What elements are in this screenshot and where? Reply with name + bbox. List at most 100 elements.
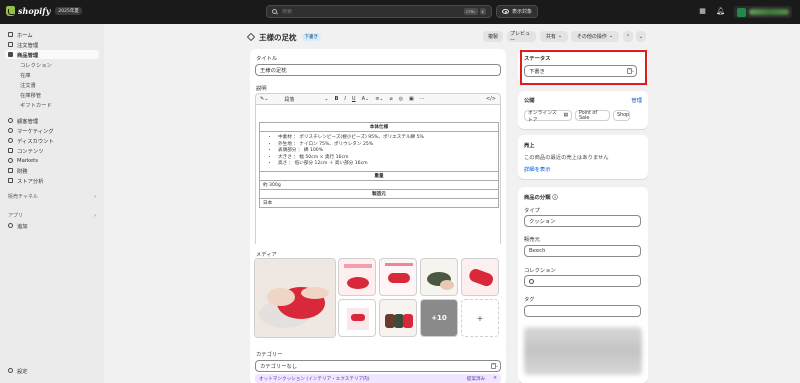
category-label: カテゴリー xyxy=(256,352,283,358)
sidebar-item-transfers[interactable]: 在庫移管 xyxy=(5,90,99,99)
product-photo xyxy=(347,308,369,330)
product-photo xyxy=(344,264,372,289)
paragraph-style-select[interactable]: 段落 xyxy=(284,96,294,103)
sidebar-item-gift-cards[interactable]: ギフトカード xyxy=(5,100,99,109)
share-button[interactable]: 共有 xyxy=(540,31,568,42)
plus-circle-icon xyxy=(8,223,13,228)
vendor-input[interactable]: Beech xyxy=(524,245,641,257)
organization-label: 商品の分類 ⓘ xyxy=(524,193,558,201)
info-icon[interactable]: ⓘ xyxy=(552,195,557,201)
manage-publishing-link[interactable]: 管理 xyxy=(631,96,642,104)
channel-online-store[interactable]: オンラインストア ▤ xyxy=(524,110,572,123)
category-value: カテゴリーなし xyxy=(260,364,298,370)
type-label: タイプ xyxy=(524,208,540,214)
origin-value: 日本 xyxy=(259,197,499,208)
align-button[interactable]: ≡⌄ xyxy=(375,96,383,102)
media-thumbnail[interactable] xyxy=(461,258,499,296)
bell-icon[interactable]: 🔔︎ xyxy=(716,7,725,16)
media-thumbnail[interactable] xyxy=(338,258,376,296)
weight-value: 約 300g xyxy=(259,179,499,190)
store-icon[interactable]: ▦ xyxy=(698,7,707,16)
underline-button[interactable]: U xyxy=(352,96,356,102)
media-thumbnail[interactable] xyxy=(379,299,417,337)
sales-details-link[interactable]: 詳細を表示 xyxy=(524,165,551,173)
channel-shop[interactable]: Shop xyxy=(613,110,630,121)
ai-magic-icon[interactable]: ✎⌄ xyxy=(260,96,268,102)
more-icon[interactable]: ⋯ xyxy=(420,96,425,102)
italic-button[interactable]: I xyxy=(344,96,345,102)
sidebar-item-orders[interactable]: 注文管理 xyxy=(5,40,99,49)
media-main-image[interactable] xyxy=(254,258,336,338)
sidebar-item-content[interactable]: コンテンツ xyxy=(5,146,99,155)
media-thumbnail[interactable] xyxy=(420,258,458,296)
close-icon[interactable]: ✕ xyxy=(493,376,497,381)
product-details-card: タイトル 王様の足枕 説明 ✎⌄ 段落 ⌄ B I U A⌄ ≡⌄ ⌀ ◎ ▣ … xyxy=(250,49,506,264)
search-input[interactable] xyxy=(282,8,462,15)
add-media-button[interactable]: + xyxy=(461,299,499,337)
sidebar-item-finance[interactable]: 財務 xyxy=(5,166,99,175)
duplicate-button[interactable]: 複製 xyxy=(483,31,503,42)
tags-label: タグ xyxy=(524,297,535,303)
media-card: メディア +10 + xyxy=(250,244,506,354)
channel-pos[interactable]: Point of Sale xyxy=(575,110,610,121)
media-icon[interactable]: ◎ xyxy=(399,96,403,102)
link-icon[interactable]: ⌀ xyxy=(390,96,393,102)
sidebar-item-customers[interactable]: 顧客管理 xyxy=(5,116,99,125)
sidebar-item-discounts[interactable]: ディスカウント xyxy=(5,136,99,145)
spec-list: 中素材 ： ポリスチレンビーズ(極小ビーズ) 95%、ポリエステル綿 5% 外生… xyxy=(263,135,495,168)
shopify-logo[interactable]: shopify 2025年夏 xyxy=(6,6,82,16)
shortcut-key: K xyxy=(479,8,486,15)
search-icon xyxy=(529,278,534,284)
sidebar-item-home[interactable]: ホーム xyxy=(5,30,99,39)
tags-input[interactable] xyxy=(524,305,641,317)
sidebar-item-settings[interactable]: 設定 xyxy=(5,366,99,375)
title-input[interactable]: 王様の足枕 xyxy=(255,64,501,76)
description-editor[interactable]: 本体仕様 中素材 ： ポリスチレンビーズ(極小ビーズ) 95%、ポリエステル綿 … xyxy=(255,104,501,264)
next-product-button[interactable]: ⌄ xyxy=(636,31,646,42)
organization-label-text: 商品の分類 xyxy=(524,195,551,201)
media-thumbnail[interactable] xyxy=(338,299,376,337)
preview-target-button[interactable]: 表示対象 xyxy=(496,5,539,18)
sidebar-item-label: 追加 xyxy=(17,223,28,230)
preview-label: 表示対象 xyxy=(512,9,533,15)
sidebar-item-label: 在庫移管 xyxy=(20,92,42,99)
category-select[interactable]: カテゴリーなし ⌃⌄ xyxy=(255,360,501,372)
sidebar-section-apps[interactable]: アプリ › xyxy=(5,211,99,220)
text-color-button[interactable]: A⌄ xyxy=(362,96,370,102)
tag-icon xyxy=(8,52,13,57)
store-menu[interactable] xyxy=(734,6,792,18)
more-actions-button[interactable]: その他の操作 xyxy=(571,31,619,42)
code-view-icon[interactable]: </> xyxy=(486,96,496,102)
sidebar-item-marketing[interactable]: マーケティング xyxy=(5,126,99,135)
product-photo xyxy=(385,263,413,283)
previous-product-button[interactable]: ⌃ xyxy=(623,31,633,42)
sidebar-item-add-app[interactable]: 追加 xyxy=(5,221,99,230)
bold-button[interactable]: B xyxy=(335,96,339,102)
store-name-blurred xyxy=(749,9,789,15)
globe-icon xyxy=(8,158,13,163)
type-input[interactable]: クッション xyxy=(524,215,641,227)
video-icon[interactable]: ▣ xyxy=(409,96,414,102)
preview-button[interactable]: プレビュー xyxy=(507,31,536,44)
top-bar: shopify 2025年夏 CTRL K 表示対象 ▦ 🔔︎ xyxy=(0,0,800,24)
collections-input[interactable] xyxy=(524,275,641,287)
title-label: タイトル xyxy=(256,56,278,62)
category-suggestion[interactable]: オットマンクッション (インテリア・エクステリア内) 提案済み ✕ xyxy=(255,374,501,383)
bank-icon xyxy=(8,168,13,173)
sidebar-item-markets[interactable]: Markets xyxy=(5,156,99,165)
chevron-right-icon: › xyxy=(94,212,96,219)
search-bar[interactable]: CTRL K xyxy=(266,5,492,18)
sidebar-item-products[interactable]: 商品管理 xyxy=(5,50,99,59)
avatar xyxy=(737,7,746,17)
suggestion-accept-button[interactable]: 提案済み xyxy=(467,376,485,382)
media-thumbnail[interactable] xyxy=(379,258,417,296)
sidebar-item-inventory[interactable]: 在庫 xyxy=(5,70,99,79)
sidebar-item-purchase-orders[interactable]: 注文書 xyxy=(5,80,99,89)
sidebar-item-collections[interactable]: コレクション xyxy=(5,60,99,69)
sidebar-item-analytics[interactable]: ストア分析 xyxy=(5,176,99,185)
more-media-thumbnail[interactable]: +10 xyxy=(420,299,458,337)
weight-heading: 重量 xyxy=(259,170,499,181)
sidebar-section-sales-channels[interactable]: 販売チャネル › xyxy=(5,192,99,201)
category-card: カテゴリー カテゴリーなし ⌃⌄ オットマンクッション (インテリア・エクステリ… xyxy=(250,346,506,383)
chevron-up-icon: ⌃ xyxy=(625,33,631,40)
